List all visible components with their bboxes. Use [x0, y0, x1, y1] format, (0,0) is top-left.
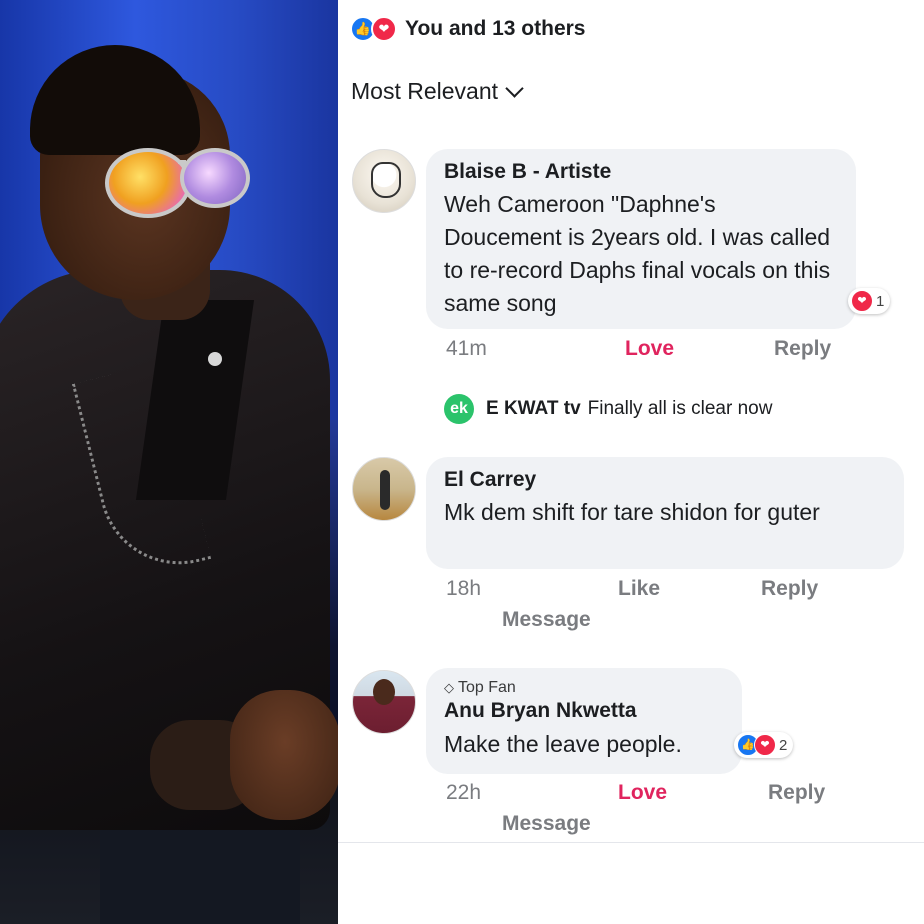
- jacket-pin: [208, 352, 222, 366]
- reply-preview[interactable]: ek E KWAT tv Finally all is clear now: [444, 394, 772, 424]
- divider: [338, 842, 924, 843]
- sort-dropdown[interactable]: Most Relevant: [351, 78, 524, 105]
- diamond-icon: ◇: [444, 680, 454, 695]
- comment-reaction-count[interactable]: 👍 ❤ 2: [734, 732, 794, 758]
- message-button[interactable]: Message: [502, 608, 591, 632]
- avatar[interactable]: [352, 670, 416, 734]
- comment-text: Make the leave people.: [444, 731, 682, 757]
- comment-time[interactable]: 18h: [446, 577, 481, 601]
- artist-photo: [0, 0, 338, 924]
- reply-text: Finally all is clear now: [587, 398, 773, 419]
- like-button[interactable]: Like: [618, 577, 660, 601]
- reaction-summary[interactable]: 👍 ❤ You and 13 others: [350, 14, 585, 44]
- love-icon: ❤: [754, 734, 776, 756]
- reply-author: E KWAT tv: [486, 398, 581, 419]
- sort-label: Most Relevant: [351, 78, 499, 104]
- clasped-hands: [230, 690, 338, 820]
- comment-time[interactable]: 41m: [446, 337, 487, 361]
- comments-panel: 👍 ❤ You and 13 others Most Relevant Blai…: [338, 0, 924, 924]
- reply-button[interactable]: Reply: [774, 337, 831, 361]
- comment-reaction-count[interactable]: ❤ 1: [848, 288, 891, 314]
- reply-button[interactable]: Reply: [761, 577, 818, 601]
- avatar[interactable]: [352, 149, 416, 213]
- message-button[interactable]: Message: [502, 812, 591, 836]
- reaction-count-number: 2: [779, 736, 788, 754]
- love-button[interactable]: Love: [618, 781, 667, 805]
- sunglasses-lens-right: [180, 148, 250, 208]
- comment-bubble: Blaise B - Artiste Weh Cameroon "Daphne'…: [426, 149, 856, 329]
- comment-bubble: El Carrey Mk dem shift for tare shidon f…: [426, 457, 904, 569]
- top-fan-badge: ◇ Top Fan: [444, 678, 724, 698]
- comment-author[interactable]: El Carrey: [444, 467, 886, 493]
- comment-bubble: ◇ Top Fan Anu Bryan Nkwetta Make the leav…: [426, 668, 742, 774]
- comment-text: Mk dem shift for tare shidon for guter: [444, 499, 820, 525]
- love-button[interactable]: Love: [625, 337, 674, 361]
- love-icon: ❤: [371, 16, 397, 42]
- reaction-summary-text: You and 13 others: [405, 17, 586, 40]
- ekwat-logo-icon: ek: [444, 394, 474, 424]
- comment-author[interactable]: Blaise B - Artiste: [444, 159, 838, 185]
- reaction-count-number: 1: [876, 292, 885, 310]
- badge-label: Top Fan: [458, 679, 516, 696]
- comment-author[interactable]: Anu Bryan Nkwetta: [444, 698, 724, 724]
- sunglasses-lens-left: [105, 148, 191, 218]
- avatar[interactable]: [352, 457, 416, 521]
- love-icon: ❤: [851, 290, 873, 312]
- comment-text: Weh Cameroon "Daphne's Doucement is 2yea…: [444, 191, 831, 316]
- chevron-down-icon: [505, 78, 524, 98]
- reply-button[interactable]: Reply: [768, 781, 825, 805]
- comment-time[interactable]: 22h: [446, 781, 481, 805]
